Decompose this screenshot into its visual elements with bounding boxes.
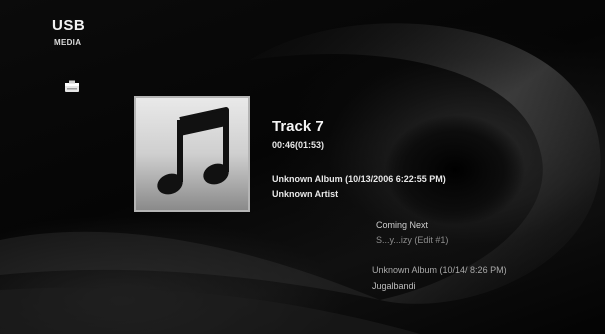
usb-drive-icon (65, 80, 79, 92)
album-name: Unknown Album (10/13/2006 6:22:55 PM) (272, 174, 446, 184)
track-time: 00:46(01:53) (272, 140, 325, 150)
album-art (134, 96, 250, 212)
next-album-name: Unknown Album (10/14/ 8:26 PM) (372, 265, 507, 275)
source-title: USB (52, 17, 86, 34)
source-subtitle: MEDIA (54, 38, 82, 47)
background-swoosh (0, 23, 601, 334)
next-artist-name: Jugalbandi (372, 281, 416, 291)
coming-next-heading: Coming Next (376, 220, 429, 230)
track-title: Track 7 (272, 118, 324, 135)
next-track-title: S...y...izy (Edit #1) (376, 235, 449, 245)
music-note-icon (157, 107, 229, 195)
music-player-screen: USB MEDIA Track 7 00:46(01:53) Unknown A… (0, 0, 605, 334)
artist-name: Unknown Artist (272, 189, 339, 199)
